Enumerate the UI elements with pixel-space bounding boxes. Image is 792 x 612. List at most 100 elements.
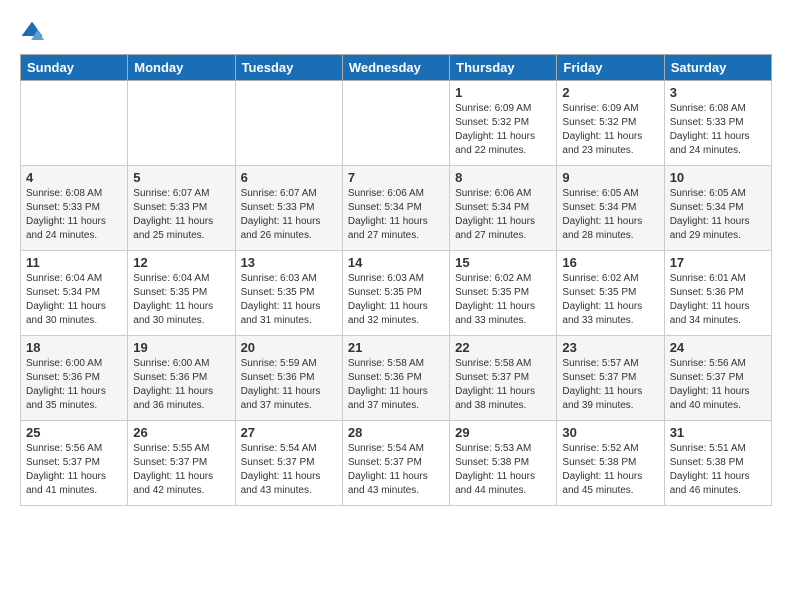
page-header xyxy=(20,20,772,44)
calendar-header: SundayMondayTuesdayWednesdayThursdayFrid… xyxy=(21,55,772,81)
weekday-header: Saturday xyxy=(664,55,771,81)
day-number: 20 xyxy=(241,340,337,355)
calendar-cell: 13 Sunrise: 6:03 AM Sunset: 5:35 PM Dayli… xyxy=(235,251,342,336)
calendar-cell: 28 Sunrise: 5:54 AM Sunset: 5:37 PM Dayli… xyxy=(342,421,449,506)
calendar-cell: 27 Sunrise: 5:54 AM Sunset: 5:37 PM Dayli… xyxy=(235,421,342,506)
day-number: 18 xyxy=(26,340,122,355)
day-info: Sunrise: 6:06 AM Sunset: 5:34 PM Dayligh… xyxy=(455,187,551,243)
day-info: Sunrise: 5:57 AM Sunset: 5:37 PM Dayligh… xyxy=(562,357,658,413)
day-info: Sunrise: 6:08 AM Sunset: 5:33 PM Dayligh… xyxy=(670,102,766,158)
day-number: 16 xyxy=(562,255,658,270)
day-info: Sunrise: 5:54 AM Sunset: 5:37 PM Dayligh… xyxy=(348,442,444,498)
day-info: Sunrise: 6:07 AM Sunset: 5:33 PM Dayligh… xyxy=(241,187,337,243)
day-info: Sunrise: 6:00 AM Sunset: 5:36 PM Dayligh… xyxy=(26,357,122,413)
calendar-cell: 10 Sunrise: 6:05 AM Sunset: 5:34 PM Dayli… xyxy=(664,166,771,251)
calendar-cell: 9 Sunrise: 6:05 AM Sunset: 5:34 PM Daylig… xyxy=(557,166,664,251)
day-info: Sunrise: 5:56 AM Sunset: 5:37 PM Dayligh… xyxy=(670,357,766,413)
calendar-cell: 15 Sunrise: 6:02 AM Sunset: 5:35 PM Dayli… xyxy=(450,251,557,336)
day-number: 11 xyxy=(26,255,122,270)
day-number: 1 xyxy=(455,85,551,100)
day-number: 2 xyxy=(562,85,658,100)
weekday-header: Sunday xyxy=(21,55,128,81)
calendar-week-row: 1 Sunrise: 6:09 AM Sunset: 5:32 PM Daylig… xyxy=(21,81,772,166)
day-number: 3 xyxy=(670,85,766,100)
day-number: 21 xyxy=(348,340,444,355)
calendar-cell: 20 Sunrise: 5:59 AM Sunset: 5:36 PM Dayli… xyxy=(235,336,342,421)
calendar-cell: 14 Sunrise: 6:03 AM Sunset: 5:35 PM Dayli… xyxy=(342,251,449,336)
weekday-header: Monday xyxy=(128,55,235,81)
calendar-cell: 8 Sunrise: 6:06 AM Sunset: 5:34 PM Daylig… xyxy=(450,166,557,251)
day-number: 6 xyxy=(241,170,337,185)
calendar-week-row: 25 Sunrise: 5:56 AM Sunset: 5:37 PM Dayli… xyxy=(21,421,772,506)
day-info: Sunrise: 5:59 AM Sunset: 5:36 PM Dayligh… xyxy=(241,357,337,413)
calendar-cell: 24Sunrise: 5:56 AM Sunset: 5:37 PM Dayli… xyxy=(664,336,771,421)
day-number: 25 xyxy=(26,425,122,440)
day-info: Sunrise: 5:51 AM Sunset: 5:38 PM Dayligh… xyxy=(670,442,766,498)
day-info: Sunrise: 5:58 AM Sunset: 5:37 PM Dayligh… xyxy=(455,357,551,413)
day-info: Sunrise: 5:58 AM Sunset: 5:36 PM Dayligh… xyxy=(348,357,444,413)
day-info: Sunrise: 6:08 AM Sunset: 5:33 PM Dayligh… xyxy=(26,187,122,243)
day-info: Sunrise: 5:56 AM Sunset: 5:37 PM Dayligh… xyxy=(26,442,122,498)
calendar-cell: 18 Sunrise: 6:00 AM Sunset: 5:36 PM Dayli… xyxy=(21,336,128,421)
day-info: Sunrise: 6:03 AM Sunset: 5:35 PM Dayligh… xyxy=(241,272,337,328)
day-number: 5 xyxy=(133,170,229,185)
calendar-cell: 30Sunrise: 5:52 AM Sunset: 5:38 PM Dayli… xyxy=(557,421,664,506)
day-number: 8 xyxy=(455,170,551,185)
day-number: 10 xyxy=(670,170,766,185)
day-info: Sunrise: 6:02 AM Sunset: 5:35 PM Dayligh… xyxy=(455,272,551,328)
day-number: 4 xyxy=(26,170,122,185)
calendar-cell xyxy=(21,81,128,166)
calendar-cell xyxy=(235,81,342,166)
day-info: Sunrise: 5:52 AM Sunset: 5:38 PM Dayligh… xyxy=(562,442,658,498)
day-number: 13 xyxy=(241,255,337,270)
day-number: 29 xyxy=(455,425,551,440)
logo-icon xyxy=(20,20,44,44)
calendar-cell: 26Sunrise: 5:55 AM Sunset: 5:37 PM Dayli… xyxy=(128,421,235,506)
calendar-cell: 11 Sunrise: 6:04 AM Sunset: 5:34 PM Dayli… xyxy=(21,251,128,336)
day-info: Sunrise: 5:54 AM Sunset: 5:37 PM Dayligh… xyxy=(241,442,337,498)
calendar-cell: 21 Sunrise: 5:58 AM Sunset: 5:36 PM Dayli… xyxy=(342,336,449,421)
weekday-header: Wednesday xyxy=(342,55,449,81)
calendar-cell: 31 Sunrise: 5:51 AM Sunset: 5:38 PM Dayli… xyxy=(664,421,771,506)
weekday-header: Friday xyxy=(557,55,664,81)
calendar-table: SundayMondayTuesdayWednesdayThursdayFrid… xyxy=(20,54,772,506)
calendar-cell: 29Sunrise: 5:53 AM Sunset: 5:38 PM Dayli… xyxy=(450,421,557,506)
day-info: Sunrise: 6:03 AM Sunset: 5:35 PM Dayligh… xyxy=(348,272,444,328)
calendar-cell: 22 Sunrise: 5:58 AM Sunset: 5:37 PM Dayli… xyxy=(450,336,557,421)
day-info: Sunrise: 6:00 AM Sunset: 5:36 PM Dayligh… xyxy=(133,357,229,413)
day-number: 27 xyxy=(241,425,337,440)
calendar-cell: 2 Sunrise: 6:09 AM Sunset: 5:32 PM Daylig… xyxy=(557,81,664,166)
day-info: Sunrise: 6:01 AM Sunset: 5:36 PM Dayligh… xyxy=(670,272,766,328)
day-info: Sunrise: 6:06 AM Sunset: 5:34 PM Dayligh… xyxy=(348,187,444,243)
day-number: 22 xyxy=(455,340,551,355)
calendar-cell: 3 Sunrise: 6:08 AM Sunset: 5:33 PM Daylig… xyxy=(664,81,771,166)
calendar-week-row: 18 Sunrise: 6:00 AM Sunset: 5:36 PM Dayli… xyxy=(21,336,772,421)
calendar-cell: 16Sunrise: 6:02 AM Sunset: 5:35 PM Dayli… xyxy=(557,251,664,336)
day-info: Sunrise: 6:09 AM Sunset: 5:32 PM Dayligh… xyxy=(562,102,658,158)
day-number: 9 xyxy=(562,170,658,185)
day-number: 15 xyxy=(455,255,551,270)
calendar-cell: 7 Sunrise: 6:06 AM Sunset: 5:34 PM Daylig… xyxy=(342,166,449,251)
calendar-cell: 12Sunrise: 6:04 AM Sunset: 5:35 PM Dayli… xyxy=(128,251,235,336)
day-info: Sunrise: 6:05 AM Sunset: 5:34 PM Dayligh… xyxy=(562,187,658,243)
day-info: Sunrise: 6:04 AM Sunset: 5:35 PM Dayligh… xyxy=(133,272,229,328)
day-number: 14 xyxy=(348,255,444,270)
calendar-cell: 5 Sunrise: 6:07 AM Sunset: 5:33 PM Daylig… xyxy=(128,166,235,251)
day-number: 31 xyxy=(670,425,766,440)
day-number: 7 xyxy=(348,170,444,185)
calendar-week-row: 4 Sunrise: 6:08 AM Sunset: 5:33 PM Daylig… xyxy=(21,166,772,251)
weekday-header: Thursday xyxy=(450,55,557,81)
calendar-week-row: 11 Sunrise: 6:04 AM Sunset: 5:34 PM Dayli… xyxy=(21,251,772,336)
day-info: Sunrise: 6:07 AM Sunset: 5:33 PM Dayligh… xyxy=(133,187,229,243)
calendar-cell xyxy=(342,81,449,166)
day-info: Sunrise: 5:55 AM Sunset: 5:37 PM Dayligh… xyxy=(133,442,229,498)
calendar-cell: 19Sunrise: 6:00 AM Sunset: 5:36 PM Dayli… xyxy=(128,336,235,421)
weekday-header: Tuesday xyxy=(235,55,342,81)
day-number: 23 xyxy=(562,340,658,355)
day-info: Sunrise: 6:05 AM Sunset: 5:34 PM Dayligh… xyxy=(670,187,766,243)
calendar-body: 1 Sunrise: 6:09 AM Sunset: 5:32 PM Daylig… xyxy=(21,81,772,506)
calendar-cell: 6 Sunrise: 6:07 AM Sunset: 5:33 PM Daylig… xyxy=(235,166,342,251)
day-number: 17 xyxy=(670,255,766,270)
day-info: Sunrise: 6:04 AM Sunset: 5:34 PM Dayligh… xyxy=(26,272,122,328)
day-number: 28 xyxy=(348,425,444,440)
